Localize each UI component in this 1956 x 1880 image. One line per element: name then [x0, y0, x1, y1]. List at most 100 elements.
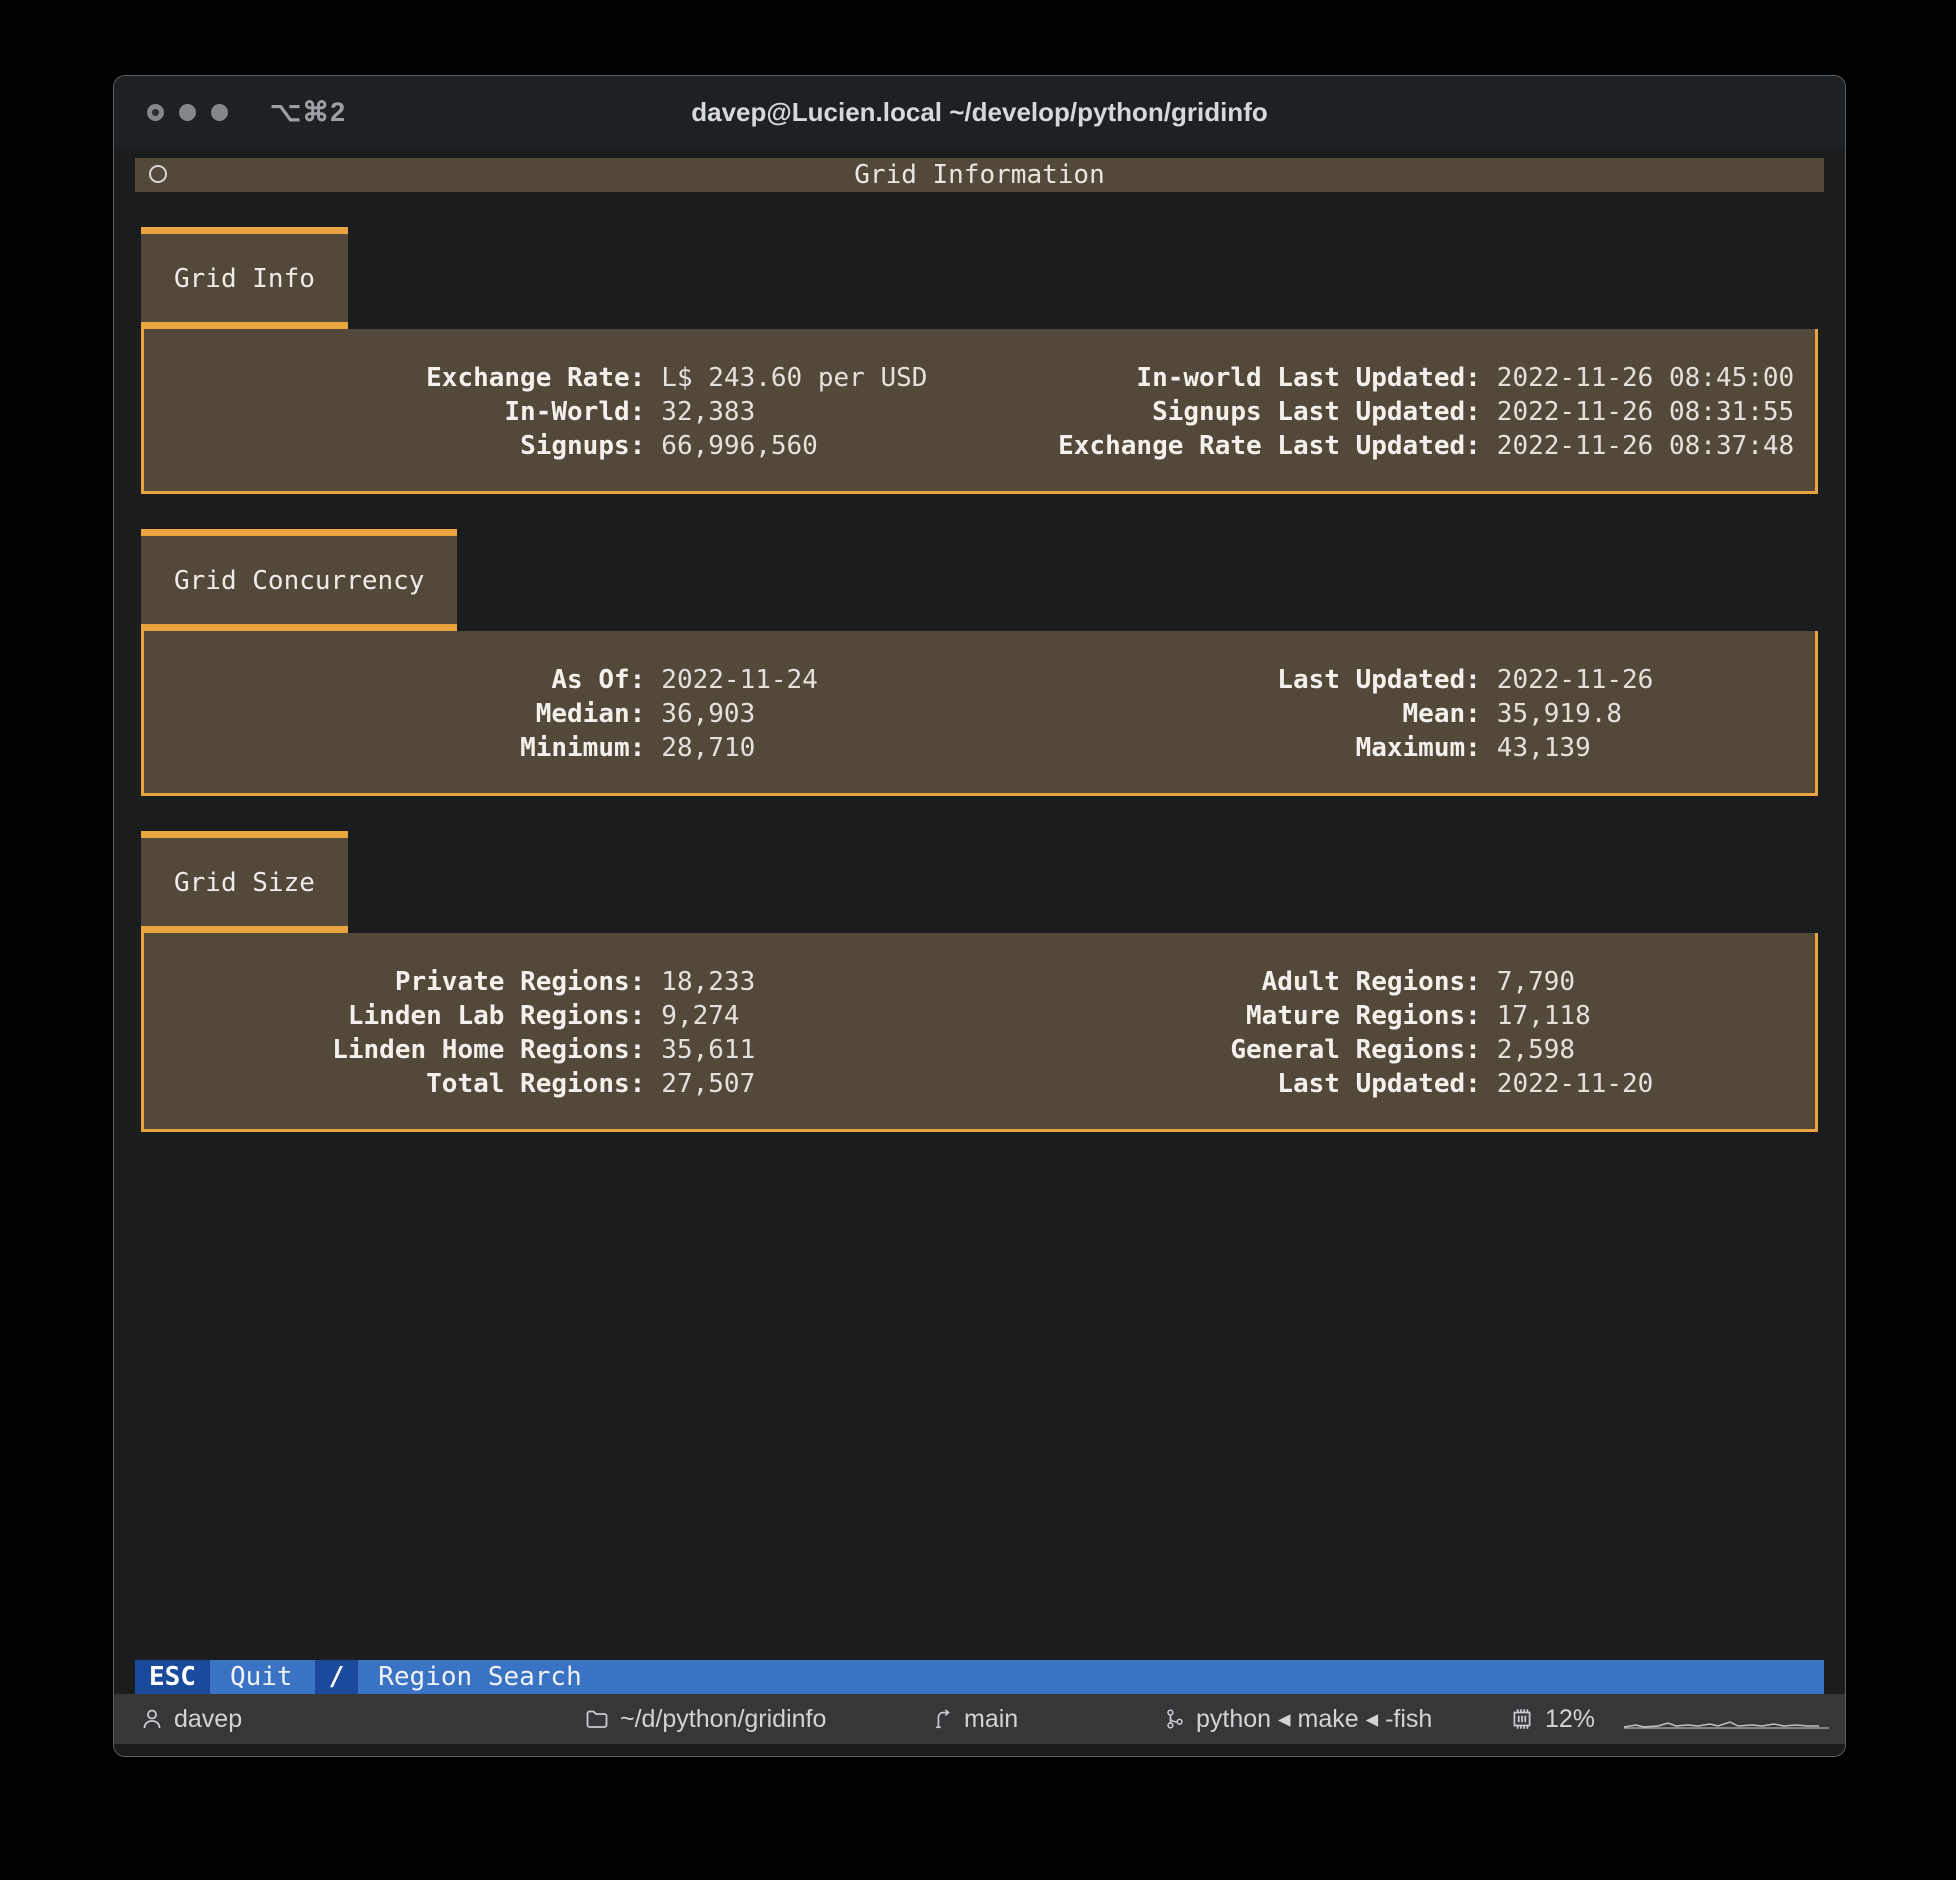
- field-value: 2022-11-26 08:31:55: [1481, 395, 1794, 429]
- statusbar-user-label: davep: [174, 1705, 242, 1734]
- field-row: In-World: 32,383: [144, 395, 980, 429]
- field-column-left: As Of: 2022-11-24 Median: 36,903 Minimum…: [144, 663, 980, 765]
- field-label: In-world Last Updated:: [980, 361, 1481, 395]
- field-row: Signups: 66,996,560: [144, 429, 980, 463]
- field-value: 9,274: [645, 999, 739, 1033]
- terminal-statusbar: davep ~/d/python/gridinfo main python ◂ …: [114, 1694, 1845, 1744]
- field-column-left: Private Regions: 18,233 Linden Lab Regio…: [144, 965, 980, 1101]
- field-value: 2022-11-24: [645, 663, 818, 697]
- field-row: Median: 36,903: [144, 697, 980, 731]
- window-bottom-edge: [114, 1744, 1845, 1756]
- window-titlebar[interactable]: ⌥⌘2 davep@Lucien.local ~/develop/python/…: [114, 76, 1845, 149]
- field-row: Mature Regions: 17,118: [980, 999, 1816, 1033]
- statusbar-branch-label: main: [964, 1705, 1018, 1734]
- field-label: Adult Regions:: [980, 965, 1481, 999]
- field-value: 7,790: [1481, 965, 1575, 999]
- field-label: Private Regions:: [144, 965, 645, 999]
- user-icon: [140, 1707, 164, 1731]
- field-row: In-world Last Updated: 2022-11-26 08:45:…: [980, 361, 1816, 395]
- footer-key: /: [315, 1660, 359, 1694]
- field-label: Total Regions:: [144, 1067, 645, 1101]
- footer-action: Quit: [210, 1660, 315, 1694]
- field-label: Signups:: [144, 429, 645, 463]
- field-row: Last Updated: 2022-11-20: [980, 1067, 1816, 1101]
- statusbar-cpu-label: 12%: [1545, 1705, 1595, 1734]
- field-value: 35,919.8: [1481, 697, 1622, 731]
- panel-grid-info: Exchange Rate: L$ 243.60 per USD In-Worl…: [141, 329, 1818, 494]
- field-value: 17,118: [1481, 999, 1591, 1033]
- field-label: As Of:: [144, 663, 645, 697]
- field-row: Total Regions: 27,507: [144, 1067, 980, 1101]
- statusbar-user: davep: [140, 1705, 242, 1734]
- footer-key: ESC: [135, 1660, 210, 1694]
- empty-area: [135, 1132, 1824, 1660]
- statusbar-cpu: 12%: [1509, 1705, 1595, 1734]
- field-label: Signups Last Updated:: [980, 395, 1481, 429]
- field-label: Last Updated:: [980, 663, 1481, 697]
- window-title: davep@Lucien.local ~/develop/python/grid…: [114, 97, 1845, 128]
- cpu-history-sparkline: [1624, 1708, 1829, 1732]
- field-row: Signups Last Updated: 2022-11-26 08:31:5…: [980, 395, 1816, 429]
- field-row: Exchange Rate Last Updated: 2022-11-26 0…: [980, 429, 1816, 463]
- cpu-chip-icon: [1509, 1706, 1535, 1732]
- field-value: 36,903: [645, 697, 755, 731]
- footer-keybar: ESC Quit / Region Search: [135, 1660, 1824, 1694]
- field-row: Exchange Rate: L$ 243.60 per USD: [144, 361, 980, 395]
- field-column-right: In-world Last Updated: 2022-11-26 08:45:…: [980, 361, 1816, 463]
- field-label: In-World:: [144, 395, 645, 429]
- field-label: Mean:: [980, 697, 1481, 731]
- field-label: Linden Lab Regions:: [144, 999, 645, 1033]
- field-value: 28,710: [645, 731, 755, 765]
- field-label: Mature Regions:: [980, 999, 1481, 1033]
- terminal-window: ⌥⌘2 davep@Lucien.local ~/develop/python/…: [113, 75, 1846, 1757]
- footer-binding-region-search[interactable]: / Region Search: [315, 1660, 604, 1694]
- field-value: 32,383: [645, 395, 755, 429]
- command-palette-icon[interactable]: [149, 165, 167, 183]
- tab-grid-concurrency: Grid Concurrency: [141, 529, 457, 631]
- field-row: Linden Home Regions: 35,611: [144, 1033, 980, 1067]
- field-row: General Regions: 2,598: [980, 1033, 1816, 1067]
- terminal-content: Grid Information Grid Info Exchange Rate…: [114, 149, 1845, 1694]
- app-header-title: Grid Information: [854, 158, 1104, 192]
- process-tree-icon: [1164, 1707, 1186, 1731]
- field-row: Adult Regions: 7,790: [980, 965, 1816, 999]
- section-grid-size: Grid Size Private Regions: 18,233 Linden…: [135, 831, 1824, 1132]
- section-grid-concurrency: Grid Concurrency As Of: 2022-11-24 Media…: [135, 529, 1824, 796]
- field-row: Last Updated: 2022-11-26: [980, 663, 1816, 697]
- field-value: L$ 243.60 per USD: [645, 361, 927, 395]
- field-column-left: Exchange Rate: L$ 243.60 per USD In-Worl…: [144, 361, 980, 463]
- tab-grid-size: Grid Size: [141, 831, 348, 933]
- field-row: Linden Lab Regions: 9,274: [144, 999, 980, 1033]
- field-label: Median:: [144, 697, 645, 731]
- tab-grid-info: Grid Info: [141, 227, 348, 329]
- field-row: Minimum: 28,710: [144, 731, 980, 765]
- field-row: Maximum: 43,139: [980, 731, 1816, 765]
- field-value: 2022-11-20: [1481, 1067, 1654, 1101]
- statusbar-jobs-label: python ◂ make ◂ -fish: [1196, 1704, 1432, 1734]
- field-value: 35,611: [645, 1033, 755, 1067]
- field-row: Private Regions: 18,233: [144, 965, 980, 999]
- statusbar-directory: ~/d/python/gridinfo: [584, 1705, 826, 1734]
- field-row: As Of: 2022-11-24: [144, 663, 980, 697]
- field-value: 66,996,560: [645, 429, 818, 463]
- field-value: 2,598: [1481, 1033, 1575, 1067]
- field-value: 27,507: [645, 1067, 755, 1101]
- git-branch-icon: [932, 1707, 954, 1731]
- section-grid-info: Grid Info Exchange Rate: L$ 243.60 per U…: [135, 227, 1824, 494]
- field-label: Exchange Rate:: [144, 361, 645, 395]
- footer-action: Region Search: [358, 1660, 604, 1694]
- field-row: Mean: 35,919.8: [980, 697, 1816, 731]
- statusbar-directory-label: ~/d/python/gridinfo: [620, 1705, 826, 1734]
- field-value: 18,233: [645, 965, 755, 999]
- footer-binding-quit[interactable]: ESC Quit: [135, 1660, 315, 1694]
- panel-grid-concurrency: As Of: 2022-11-24 Median: 36,903 Minimum…: [141, 631, 1818, 796]
- field-column-right: Adult Regions: 7,790 Mature Regions: 17,…: [980, 965, 1816, 1101]
- field-label: Maximum:: [980, 731, 1481, 765]
- field-value: 2022-11-26 08:45:00: [1481, 361, 1794, 395]
- folder-icon: [584, 1707, 610, 1731]
- field-label: Linden Home Regions:: [144, 1033, 645, 1067]
- statusbar-jobs: python ◂ make ◂ -fish: [1164, 1704, 1432, 1734]
- field-label: Last Updated:: [980, 1067, 1481, 1101]
- field-label: Exchange Rate Last Updated:: [980, 429, 1481, 463]
- field-label: General Regions:: [980, 1033, 1481, 1067]
